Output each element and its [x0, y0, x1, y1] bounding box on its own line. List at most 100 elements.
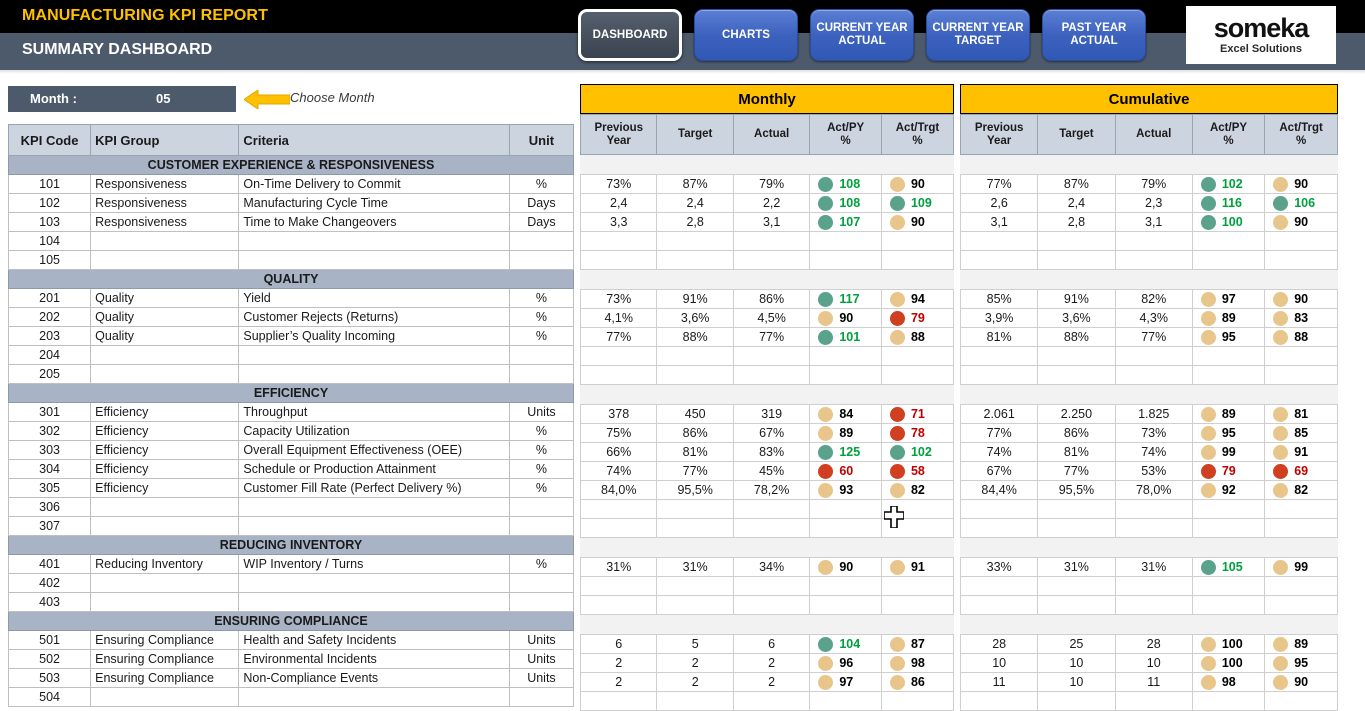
cumulative-data-row[interactable]: 85% 91% 82% 97 90 [959, 289, 1338, 309]
monthly-section-table: 73% 87% 79% 108 90 2,4 2,4 2,2 108 109 3,3 2,8 3,1 10… [579, 174, 955, 270]
cumulative-col-act-py: Act/PY% [1191, 114, 1266, 155]
cumulative-data-row[interactable]: 10 10 10 100 95 [959, 653, 1338, 673]
monthly-data-row[interactable]: 75% 86% 67% 89 78 [579, 423, 955, 443]
monthly-data-row[interactable]: 31% 31% 34% 90 91 [579, 557, 955, 577]
table-row[interactable]: 303 Efficiency Overall Equipment Effective… [7, 440, 575, 460]
cumulative-data-row[interactable]: 81% 88% 77% 95 88 [959, 327, 1338, 347]
cumulative-cell-act-trgt-value: 88 [1294, 330, 1309, 344]
table-row[interactable]: 402 [7, 573, 575, 593]
cumulative-data-row[interactable]: 3,1 2,8 3,1 100 90 [959, 212, 1338, 232]
table-row[interactable]: 503 Ensuring Compliance Non-Compliance Eve… [7, 668, 575, 688]
cumulative-data-row[interactable] [959, 346, 1338, 366]
monthly-col-previous-year: Previous Year [579, 114, 658, 155]
cumulative-data-row[interactable]: 2,6 2,4 2,3 116 106 [959, 193, 1338, 213]
nav-current-year-target[interactable]: CURRENT YEAR TARGET [926, 9, 1030, 61]
cumulative-data-row[interactable] [959, 231, 1338, 251]
table-row[interactable]: 205 [7, 364, 575, 384]
month-selector[interactable]: Month : 05 [8, 86, 236, 112]
table-row[interactable]: 301 Efficiency Throughput Units [7, 402, 575, 422]
cumulative-data-row[interactable] [959, 499, 1338, 519]
cumulative-cell-previous-year [959, 231, 1039, 251]
table-row[interactable]: 201 Quality Yield% [7, 288, 575, 308]
cumulative-data-row[interactable] [959, 691, 1338, 711]
nav-current-year-actual[interactable]: CURRENT YEAR ACTUAL [810, 9, 914, 61]
monthly-cell-act-py: 101 [809, 327, 882, 347]
table-row[interactable]: 302 Efficiency Capacity Utilization% [7, 421, 575, 441]
table-row[interactable]: 102 Responsiveness Manufacturing Cycle Tim… [7, 193, 575, 213]
monthly-cell-previous-year: 77% [579, 327, 658, 347]
monthly-cell-target: 5 [656, 634, 734, 654]
cumulative-data-row[interactable]: 77% 86% 73% 95 85 [959, 423, 1338, 443]
cumulative-cell-act-trgt: 82 [1264, 480, 1338, 500]
monthly-data-row[interactable] [579, 576, 955, 596]
cell-kpi-group [90, 364, 240, 384]
cumulative-cell-act-py [1191, 576, 1266, 596]
cumulative-data-row[interactable] [959, 518, 1338, 538]
cumulative-data-row[interactable]: 77% 87% 79% 102 90 [959, 174, 1338, 194]
monthly-data-row[interactable]: 3,3 2,8 3,1 107 90 [579, 212, 955, 232]
cumulative-data-row[interactable] [959, 365, 1338, 385]
monthly-data-row[interactable] [579, 691, 955, 711]
monthly-data-row[interactable] [579, 365, 955, 385]
cumulative-data-row[interactable]: 84,4% 95,5% 78,0% 92 82 [959, 480, 1338, 500]
table-row[interactable]: 104 [7, 231, 575, 251]
monthly-data-row[interactable]: 4,1% 3,6% 4,5% 90 79 [579, 308, 955, 328]
table-row[interactable]: 401 Reducing Inventory WIP Inventory / Tur… [7, 554, 575, 574]
cumulative-data-row[interactable] [959, 576, 1338, 596]
monthly-data-row[interactable]: 2,4 2,4 2,2 108 109 [579, 193, 955, 213]
table-row[interactable]: 307 [7, 516, 575, 536]
monthly-data-row[interactable] [579, 250, 955, 270]
monthly-data-row[interactable] [579, 595, 955, 615]
monthly-data-row[interactable]: 2 2 2 97 86 [579, 672, 955, 692]
nav-past-year-actual[interactable]: PAST YEAR ACTUAL [1042, 9, 1146, 61]
table-row[interactable]: 203 Quality Supplier’s Quality Incoming% [7, 326, 575, 346]
monthly-data-row[interactable]: 74% 77% 45% 60 58 [579, 461, 955, 481]
table-row[interactable]: 504 [7, 687, 575, 707]
status-indicator-icon [1200, 674, 1216, 690]
table-row[interactable]: 305 Efficiency Customer Fill Rate (Perfect… [7, 478, 575, 498]
table-row[interactable]: 101 Responsiveness On-Time Delivery to Com… [7, 174, 575, 194]
cell-kpi-group: Efficiency [90, 478, 240, 498]
table-row[interactable]: 306 [7, 497, 575, 517]
cumulative-data-row[interactable]: 11 10 11 98 90 [959, 672, 1338, 692]
cumulative-cell-act-trgt: 81 [1264, 404, 1338, 424]
table-row[interactable]: 501 Ensuring Compliance Health and Safety … [7, 630, 575, 650]
someka-logo: someka Excel Solutions [1186, 6, 1336, 64]
monthly-data-row[interactable] [579, 231, 955, 251]
cumulative-col-act-trgt: Act/Trgt% [1264, 114, 1338, 155]
monthly-data-row[interactable] [579, 346, 955, 366]
cumulative-data-row[interactable]: 3,9% 3,6% 4,3% 89 83 [959, 308, 1338, 328]
cumulative-data-row[interactable]: 33% 31% 31% 105 99 [959, 557, 1338, 577]
monthly-cell-act-trgt-value: 109 [910, 196, 932, 210]
monthly-cell-act-trgt: 90 [880, 174, 955, 194]
monthly-data-row[interactable]: 77% 88% 77% 101 88 [579, 327, 955, 347]
table-row[interactable]: 403 [7, 592, 575, 612]
monthly-data-row[interactable]: 378 450 319 84 71 [579, 404, 955, 424]
cumulative-cell-act-trgt-value: 69 [1294, 464, 1309, 478]
cumulative-data-row[interactable]: 2.061 2.250 1.825 89 81 [959, 404, 1338, 424]
monthly-section-spacer [580, 155, 954, 174]
table-row[interactable]: 304 Efficiency Schedule or Production Atta… [7, 459, 575, 479]
cumulative-data-row[interactable]: 67% 77% 53% 79 69 [959, 461, 1338, 481]
table-row[interactable]: 502 Ensuring Compliance Environmental Inci… [7, 649, 575, 669]
cell-kpi-group: Responsiveness [90, 212, 240, 232]
monthly-data-row[interactable]: 73% 91% 86% 117 94 [579, 289, 955, 309]
cumulative-data-row[interactable] [959, 250, 1338, 270]
cumulative-data-row[interactable] [959, 595, 1338, 615]
cumulative-data-row[interactable]: 74% 81% 74% 99 91 [959, 442, 1338, 462]
cell-kpi-code: 302 [7, 421, 92, 441]
table-row[interactable]: 204 [7, 345, 575, 365]
nav-charts[interactable]: CHARTS [694, 9, 798, 61]
monthly-cell-target: 87% [656, 174, 734, 194]
nav-dashboard[interactable]: DASHBOARD [578, 9, 682, 61]
table-row[interactable]: 202 Quality Customer Rejects (Returns)% [7, 307, 575, 327]
monthly-data-row[interactable]: 84,0% 95,5% 78,2% 93 82 [579, 480, 955, 500]
table-row[interactable]: 103 Responsiveness Time to Make Changeover… [7, 212, 575, 232]
monthly-data-row[interactable]: 73% 87% 79% 108 90 [579, 174, 955, 194]
cumulative-cell-act-trgt-value: 81 [1294, 407, 1309, 421]
monthly-data-row[interactable]: 66% 81% 83% 125 102 [579, 442, 955, 462]
table-row[interactable]: 105 [7, 250, 575, 270]
cumulative-data-row[interactable]: 28 25 28 100 89 [959, 634, 1338, 654]
monthly-data-row[interactable]: 6 5 6 104 87 [579, 634, 955, 654]
monthly-data-row[interactable]: 2 2 2 96 98 [579, 653, 955, 673]
